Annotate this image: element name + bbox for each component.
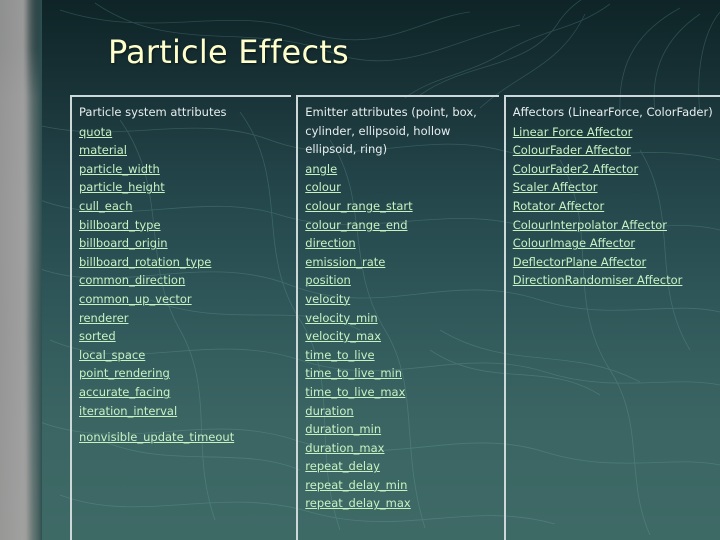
link-billboard-type[interactable]: billboard_type: [79, 216, 287, 235]
link-renderer[interactable]: renderer: [79, 309, 287, 328]
link-colourfader-affector[interactable]: ColourFader Affector: [513, 141, 720, 160]
column-affectors: Affectors (LinearForce, ColorFader) Line…: [503, 95, 720, 540]
link-billboard-rotation-type[interactable]: billboard_rotation_type: [79, 253, 287, 272]
strip-fade-edge: [26, 0, 42, 540]
link-deflectorplane-affector[interactable]: DeflectorPlane Affector: [513, 253, 720, 272]
link-duration[interactable]: duration: [305, 402, 494, 421]
decorative-topographic-strip: [0, 0, 42, 540]
link-duration-max[interactable]: duration_max: [305, 439, 494, 458]
link-scaler-affector[interactable]: Scaler Affector: [513, 178, 720, 197]
link-velocity-max[interactable]: velocity_max: [305, 327, 494, 346]
link-velocity-min[interactable]: velocity_min: [305, 309, 494, 328]
column-1-heading: Particle system attributes: [79, 105, 227, 119]
column-emitter-attributes: Emitter attributes (point, box, cylinder…: [296, 95, 499, 540]
link-billboard-origin[interactable]: billboard_origin: [79, 234, 287, 253]
link-common-direction[interactable]: common_direction: [79, 271, 287, 290]
link-local-space[interactable]: local_space: [79, 346, 287, 365]
link-time-to-live-min[interactable]: time_to_live_min: [305, 364, 494, 383]
link-repeat-delay[interactable]: repeat_delay: [305, 457, 494, 476]
link-position[interactable]: position: [305, 271, 494, 290]
link-iteration-interval[interactable]: iteration_interval: [79, 402, 287, 421]
link-particle-width[interactable]: particle_width: [79, 160, 287, 179]
column-3-heading: Affectors (LinearForce, ColorFader): [512, 105, 713, 119]
link-colourfader2-affector[interactable]: ColourFader2 Affector: [513, 160, 720, 179]
link-colour[interactable]: colour: [305, 178, 494, 197]
link-linear-force-affector[interactable]: Linear Force Affector: [513, 123, 720, 142]
link-sorted[interactable]: sorted: [79, 327, 287, 346]
link-angle[interactable]: angle: [305, 160, 494, 179]
link-duration-min[interactable]: duration_min: [305, 420, 494, 439]
page-title: Particle Effects: [108, 33, 349, 71]
link-repeat-delay-min[interactable]: repeat_delay_min: [305, 476, 494, 495]
link-repeat-delay-max[interactable]: repeat_delay_max: [305, 494, 494, 513]
link-colour-range-start[interactable]: colour_range_start: [305, 197, 494, 216]
link-quota[interactable]: quota: [79, 123, 287, 142]
slide-canvas: Particle Effects Particle system attribu…: [0, 0, 720, 540]
link-direction[interactable]: direction: [305, 234, 494, 253]
link-cull-each[interactable]: cull_each: [79, 197, 287, 216]
column-particle-system-attributes: Particle system attributes quota materia…: [70, 95, 292, 540]
link-common-up-vector[interactable]: common_up_vector: [79, 290, 287, 309]
link-emission-rate[interactable]: emission_rate: [305, 253, 494, 272]
link-material[interactable]: material: [79, 141, 287, 160]
link-time-to-live-max[interactable]: time_to_live_max: [305, 383, 494, 402]
link-colourimage-affector[interactable]: ColourImage Affector: [513, 234, 720, 253]
content-columns: Particle system attributes quota materia…: [70, 95, 720, 540]
link-colour-range-end[interactable]: colour_range_end: [305, 216, 494, 235]
link-accurate-facing[interactable]: accurate_facing: [79, 383, 287, 402]
link-colourinterpolator-affector[interactable]: ColourInterpolator Affector: [513, 216, 720, 235]
link-rotator-affector[interactable]: Rotator Affector: [513, 197, 720, 216]
link-velocity[interactable]: velocity: [305, 290, 494, 309]
link-time-to-live[interactable]: time_to_live: [305, 346, 494, 365]
link-particle-height[interactable]: particle_height: [79, 178, 287, 197]
link-point-rendering[interactable]: point_rendering: [79, 364, 287, 383]
link-nonvisible-update-timeout[interactable]: nonvisible_update_timeout: [79, 428, 287, 447]
link-directionrandomiser-affector[interactable]: DirectionRandomiser Affector: [513, 271, 720, 290]
column-2-heading: Emitter attributes (point, box, cylinder…: [305, 105, 481, 157]
